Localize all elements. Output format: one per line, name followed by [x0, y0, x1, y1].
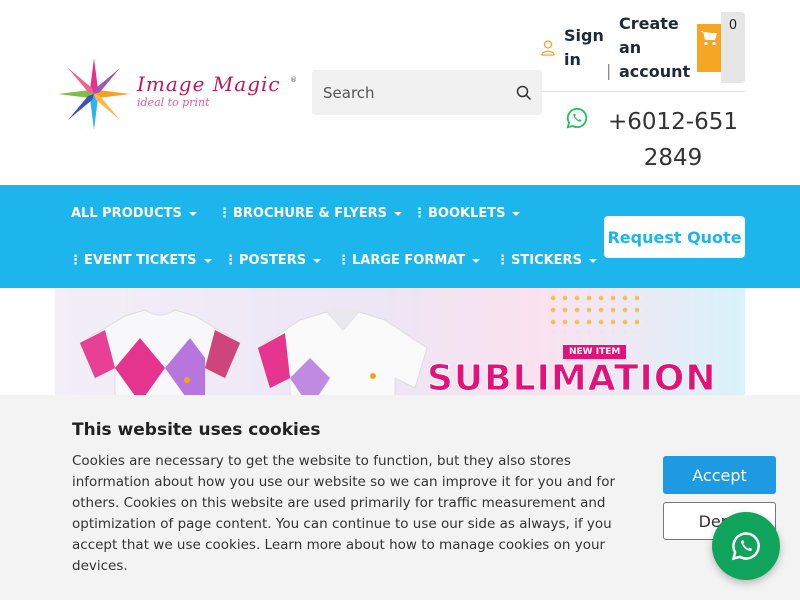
- vertical-dots-icon: ⋮: [496, 253, 509, 268]
- banner-headline: SUBLIMATION: [427, 358, 717, 399]
- search-bar: [312, 70, 542, 115]
- cookie-body: Cookies are necessary to get the website…: [72, 453, 615, 574]
- request-quote-button[interactable]: Request Quote: [604, 216, 745, 258]
- nav-stickers[interactable]: ⋮ STICKERS: [496, 253, 597, 268]
- chevron-down-icon: [472, 258, 481, 263]
- chevron-down-icon: [512, 211, 521, 216]
- vertical-dots-icon: ⋮: [69, 253, 82, 268]
- user-icon: [541, 40, 555, 56]
- nav-label: BROCHURE & FLYERS: [233, 206, 388, 221]
- new-item-badge: NEW ITEM: [563, 345, 627, 359]
- search-input[interactable]: [312, 70, 512, 115]
- chevron-down-icon: [203, 258, 212, 263]
- brand-tagline: ideal to print: [137, 96, 210, 109]
- sign-in-link[interactable]: Sign in: [564, 24, 604, 72]
- tshirt-image: [79, 309, 241, 398]
- cart-icon: [700, 31, 717, 46]
- promo-banner[interactable]: NEW ITEM SUBLIMATION: [55, 288, 745, 398]
- nav-label: BOOKLETS: [428, 206, 506, 221]
- header-divider: [541, 91, 745, 92]
- chevron-down-icon: [394, 211, 403, 216]
- search-button[interactable]: [506, 70, 542, 115]
- nav-booklets[interactable]: ⋮ BOOKLETS: [413, 206, 521, 221]
- accept-cookies-button[interactable]: Accept: [663, 456, 776, 494]
- create-account-link[interactable]: Create an account: [619, 12, 691, 84]
- logo-star-icon: [58, 58, 130, 130]
- nav-event-tickets[interactable]: ⋮ EVENT TICKETS: [69, 253, 212, 268]
- nav-label: LARGE FORMAT: [352, 253, 466, 268]
- cart-count-badge[interactable]: 0: [721, 12, 745, 83]
- brand-name: Image Magic: [137, 72, 281, 96]
- nav-posters[interactable]: ⋮ POSTERS: [224, 253, 322, 268]
- registered-mark: ®: [290, 76, 297, 84]
- whatsapp-chat-button[interactable]: [712, 512, 780, 580]
- nav-label: POSTERS: [239, 253, 307, 268]
- search-icon: [516, 85, 532, 100]
- vertical-dots-icon: ⋮: [337, 253, 350, 268]
- nav-label: ALL PRODUCTS: [71, 206, 182, 221]
- nav-brochure-flyers[interactable]: ⋮ BROCHURE & FLYERS: [218, 206, 403, 221]
- contact-phone[interactable]: +6012-651 2849: [603, 104, 743, 176]
- decorative-dot-grid: [547, 292, 647, 332]
- chevron-down-icon: [588, 258, 597, 263]
- whatsapp-icon[interactable]: [566, 107, 588, 129]
- chevron-down-icon: [313, 258, 322, 263]
- site-header: Image Magic ® ideal to print Sign in | C…: [0, 0, 800, 185]
- nav-large-format[interactable]: ⋮ LARGE FORMAT: [337, 253, 481, 268]
- vertical-dots-icon: ⋮: [413, 206, 426, 221]
- cookie-title: This website uses cookies: [72, 420, 321, 440]
- account-separator: |: [606, 61, 612, 80]
- nav-label: EVENT TICKETS: [84, 253, 197, 268]
- cart-button[interactable]: [697, 24, 721, 72]
- vertical-dots-icon: ⋮: [218, 206, 231, 221]
- vertical-dots-icon: ⋮: [224, 253, 237, 268]
- polo-shirt-image: [257, 308, 428, 398]
- nav-all-products[interactable]: ALL PRODUCTS: [71, 206, 197, 221]
- whatsapp-icon: [731, 532, 760, 561]
- brand-logo[interactable]: Image Magic ® ideal to print: [54, 54, 299, 134]
- nav-label: STICKERS: [511, 253, 582, 268]
- chevron-down-icon: [188, 211, 197, 216]
